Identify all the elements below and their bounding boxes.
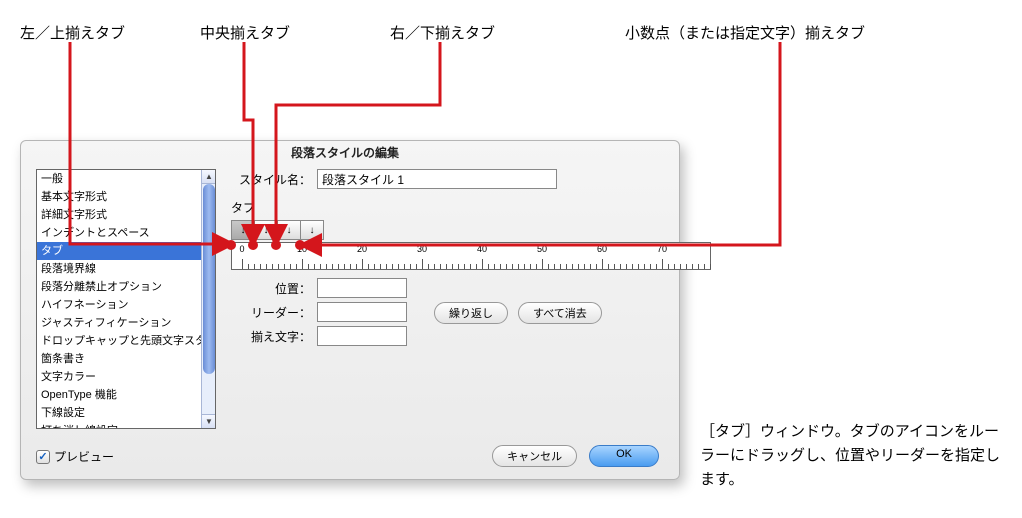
ruler-number: 20	[357, 244, 367, 254]
sidebar-item[interactable]: 詳細文字形式	[37, 206, 205, 224]
ruler-number: 50	[537, 244, 547, 254]
annotation-decimal-tab: 小数点（または指定文字）揃えタブ	[625, 22, 865, 43]
figure-caption: ［タブ］ウィンドウ。タブのアイコンをルーラーにドラッグし、位置やリーダーを指定し…	[700, 420, 1010, 492]
scroll-thumb[interactable]	[203, 184, 215, 374]
sidebar-item[interactable]: ジャスティフィケーション	[37, 314, 205, 332]
scroll-down-arrow[interactable]: ▼	[202, 414, 216, 428]
tab-ruler[interactable]: 0 10 20 30 40 50 60 70	[231, 242, 711, 270]
tab-section-label: タブ	[231, 199, 661, 216]
sidebar-item[interactable]: タブ	[37, 242, 205, 260]
cancel-button[interactable]: キャンセル	[492, 445, 577, 467]
annotation-left-tab: 左／上揃えタブ	[20, 22, 125, 43]
leader-label: リーダー：	[231, 304, 311, 321]
clear-all-button[interactable]: すべて消去	[518, 302, 602, 324]
tab-decimal-button[interactable]: ↓	[300, 220, 324, 240]
sidebar-item[interactable]: 打ち消し線設定	[37, 422, 205, 429]
ruler-number: 40	[477, 244, 487, 254]
sidebar-scrollbar[interactable]: ▲ ▼	[201, 170, 215, 428]
ok-button[interactable]: OK	[589, 445, 659, 467]
sidebar-item[interactable]: 下線設定	[37, 404, 205, 422]
annotation-center-tab: 中央揃えタブ	[200, 22, 290, 43]
position-input[interactable]	[317, 278, 407, 298]
scroll-up-arrow[interactable]: ▲	[202, 170, 216, 184]
sidebar-item[interactable]: 一般	[37, 170, 205, 188]
sidebar-item[interactable]: 箇条書き	[37, 350, 205, 368]
style-name-label: スタイル名：	[231, 171, 311, 188]
dialog-title: 段落スタイルの編集	[291, 144, 399, 161]
annotation-right-tab: 右／下揃えタブ	[390, 22, 495, 43]
ruler-number: 10	[297, 244, 307, 254]
sidebar-item[interactable]: 段落境界線	[37, 260, 205, 278]
ruler-number: 30	[417, 244, 427, 254]
preview-checkbox[interactable]: ✓	[36, 450, 50, 464]
sidebar-item[interactable]: 基本文字形式	[37, 188, 205, 206]
ruler-tick-0: 0	[239, 244, 244, 254]
tab-left-button[interactable]: ↓	[231, 220, 255, 240]
align-char-label: 揃え文字：	[231, 328, 311, 345]
style-name-input[interactable]	[317, 169, 557, 189]
ruler-number: 70	[657, 244, 667, 254]
align-char-input[interactable]	[317, 326, 407, 346]
paragraph-style-dialog: 段落スタイルの編集 一般基本文字形式詳細文字形式インデントとスペースタブ段落境界…	[20, 140, 680, 480]
sidebar-item[interactable]: 段落分離禁止オプション	[37, 278, 205, 296]
preview-label: プレビュー	[54, 448, 114, 465]
ruler-number: 60	[597, 244, 607, 254]
sidebar-item[interactable]: OpenType 機能	[37, 386, 205, 404]
tab-right-button[interactable]: ↓	[277, 220, 301, 240]
category-sidebar: 一般基本文字形式詳細文字形式インデントとスペースタブ段落境界線段落分離禁止オプシ…	[36, 169, 216, 429]
repeat-button[interactable]: 繰り返し	[434, 302, 508, 324]
sidebar-item[interactable]: ハイフネーション	[37, 296, 205, 314]
sidebar-item[interactable]: インデントとスペース	[37, 224, 205, 242]
position-label: 位置：	[231, 280, 311, 297]
tab-center-button[interactable]: ↓	[254, 220, 278, 240]
sidebar-item[interactable]: 文字カラー	[37, 368, 205, 386]
tab-alignment-buttons: ↓ ↓ ↓ ↓	[231, 220, 661, 240]
sidebar-item[interactable]: ドロップキャップと先頭文字スタイル	[37, 332, 205, 350]
leader-input[interactable]	[317, 302, 407, 322]
